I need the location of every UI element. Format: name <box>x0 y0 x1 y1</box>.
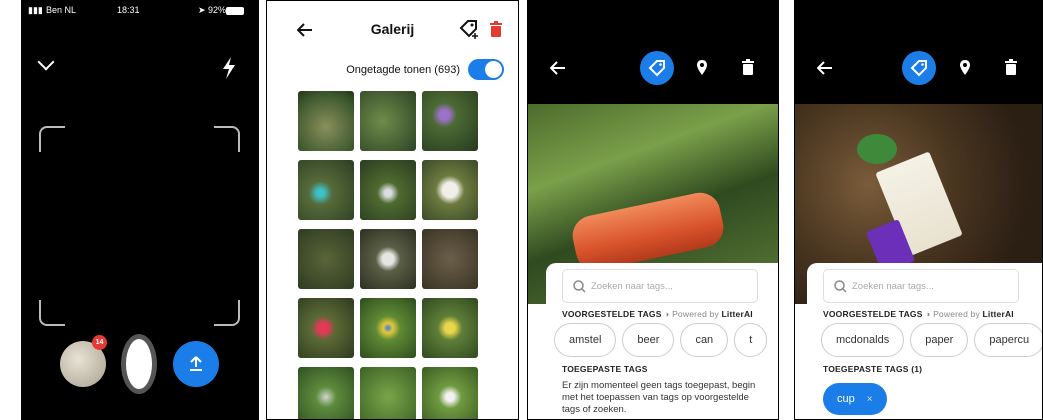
tag-suggestion[interactable]: papercu <box>974 323 1042 357</box>
camera-screen: ▮▮▮ Ben NL 18:31 ➤ 92% 14 <box>21 0 259 420</box>
back-arrow-icon[interactable] <box>550 61 566 75</box>
tag-icon <box>648 60 665 77</box>
photo-thumbnail[interactable] <box>298 367 354 419</box>
empty-tags-note: Er zijn momenteel geen tags toegepast, b… <box>562 380 756 415</box>
search-icon <box>573 280 586 293</box>
photo-grid <box>298 91 478 419</box>
photo-thumbnail[interactable] <box>298 160 354 220</box>
camera-viewfinder[interactable] <box>39 126 240 326</box>
back-arrow-icon[interactable] <box>817 61 833 75</box>
flash-icon[interactable] <box>221 57 237 79</box>
applied-tags-heading: TOEGEPASTE TAGS <box>562 364 648 374</box>
suggested-tags-heading: VOORGESTELDE TAGS ◑ Powered by LitterAI <box>562 309 753 319</box>
tagging-screen-can: Zoeken naar tags... VOORGESTELDE TAGS ◑ … <box>527 0 779 420</box>
location-arrow-icon: ➤ <box>198 5 206 15</box>
tag-sheet: Zoeken naar tags... VOORGESTELDE TAGS ◑ … <box>807 263 1042 419</box>
gallery-screen: Galerij Ongetagde tonen (693) <box>266 0 519 420</box>
tag-suggestion[interactable]: beer <box>622 323 675 357</box>
photo-thumbnail[interactable] <box>298 298 354 358</box>
tag-suggestion[interactable]: mcdonalds <box>821 323 905 357</box>
tag-suggestion[interactable]: paper <box>910 323 969 357</box>
upload-button[interactable] <box>173 341 219 387</box>
signal-icon: ▮▮▮ <box>28 5 43 15</box>
can-object <box>568 189 728 274</box>
tag-sheet: Zoeken naar tags... VOORGESTELDE TAGS ◑ … <box>546 263 778 419</box>
search-icon <box>834 280 847 293</box>
search-placeholder: Zoeken naar tags... <box>591 280 673 292</box>
upload-icon <box>190 356 202 371</box>
photo-thumbnail[interactable] <box>360 298 416 358</box>
tagging-toolbar <box>795 1 1042 104</box>
photo-thumbnail[interactable] <box>360 91 416 151</box>
search-input[interactable]: Zoeken naar tags... <box>562 269 758 303</box>
location-pin-icon[interactable] <box>696 59 708 76</box>
untagged-toggle-row[interactable]: Ongetagde tonen (693) <box>346 59 504 80</box>
tagging-toolbar <box>528 1 778 104</box>
photo-thumbnail[interactable] <box>422 91 478 151</box>
toggle-label: Ongetagde tonen (693) <box>346 63 460 76</box>
leaf-detail <box>857 134 897 164</box>
applied-tag-label: cup <box>837 393 855 405</box>
photo-thumbnail[interactable] <box>422 298 478 358</box>
photo-thumbnail[interactable] <box>298 229 354 289</box>
tag-icon <box>910 60 927 77</box>
litterai-brand: LitterAI <box>982 309 1014 319</box>
photo-thumbnail[interactable] <box>360 160 416 220</box>
suggested-tags-list: amstel beer can t <box>554 323 768 357</box>
applied-tag-chip[interactable]: cup × <box>823 383 887 415</box>
litterai-brand: LitterAI <box>721 309 753 319</box>
tag-suggestion[interactable]: t <box>734 323 768 357</box>
trash-icon[interactable] <box>489 21 503 37</box>
tag-suggestion[interactable]: can <box>680 323 729 357</box>
remove-tag-icon[interactable]: × <box>867 394 873 405</box>
tag-add-icon[interactable] <box>458 19 480 39</box>
location-pin-icon[interactable] <box>959 59 971 76</box>
applied-tags-heading: TOEGEPASTE TAGS (1) <box>823 364 923 374</box>
photo-thumbnail[interactable] <box>360 367 416 419</box>
untagged-toggle[interactable] <box>468 59 504 80</box>
battery-percent: 92% <box>208 5 227 15</box>
photo-thumbnail[interactable] <box>298 91 354 151</box>
trash-icon[interactable] <box>741 59 755 75</box>
photo-thumbnail[interactable] <box>422 367 478 419</box>
photo-thumbnail[interactable] <box>422 229 478 289</box>
carrier-label: Ben NL <box>46 5 77 15</box>
gallery-header: Galerij <box>267 1 518 53</box>
photo-thumbnail[interactable] <box>360 229 416 289</box>
page-title: Galerij <box>370 21 415 37</box>
suggested-tags-list: mcdonalds paper papercu <box>821 323 1042 357</box>
tag-suggestion[interactable]: amstel <box>554 323 617 357</box>
battery-icon <box>226 7 244 15</box>
trash-icon[interactable] <box>1004 59 1018 75</box>
photo-count-badge: 14 <box>92 335 107 350</box>
status-bar: ▮▮▮ Ben NL 18:31 ➤ 92% <box>22 1 258 21</box>
clock: 18:31 <box>117 5 140 15</box>
tag-mode-button[interactable] <box>640 51 674 85</box>
search-input[interactable]: Zoeken naar tags... <box>823 269 1019 303</box>
tag-mode-button[interactable] <box>902 51 936 85</box>
tagging-screen-cup: Zoeken naar tags... VOORGESTELDE TAGS ◑ … <box>794 0 1043 420</box>
suggested-tags-heading: VOORGESTELDE TAGS ◑ Powered by LitterAI <box>823 309 1014 319</box>
shutter-button[interactable] <box>121 334 157 394</box>
chevron-down-icon[interactable] <box>37 53 55 71</box>
photo-thumbnail[interactable] <box>422 160 478 220</box>
search-placeholder: Zoeken naar tags... <box>852 280 934 292</box>
